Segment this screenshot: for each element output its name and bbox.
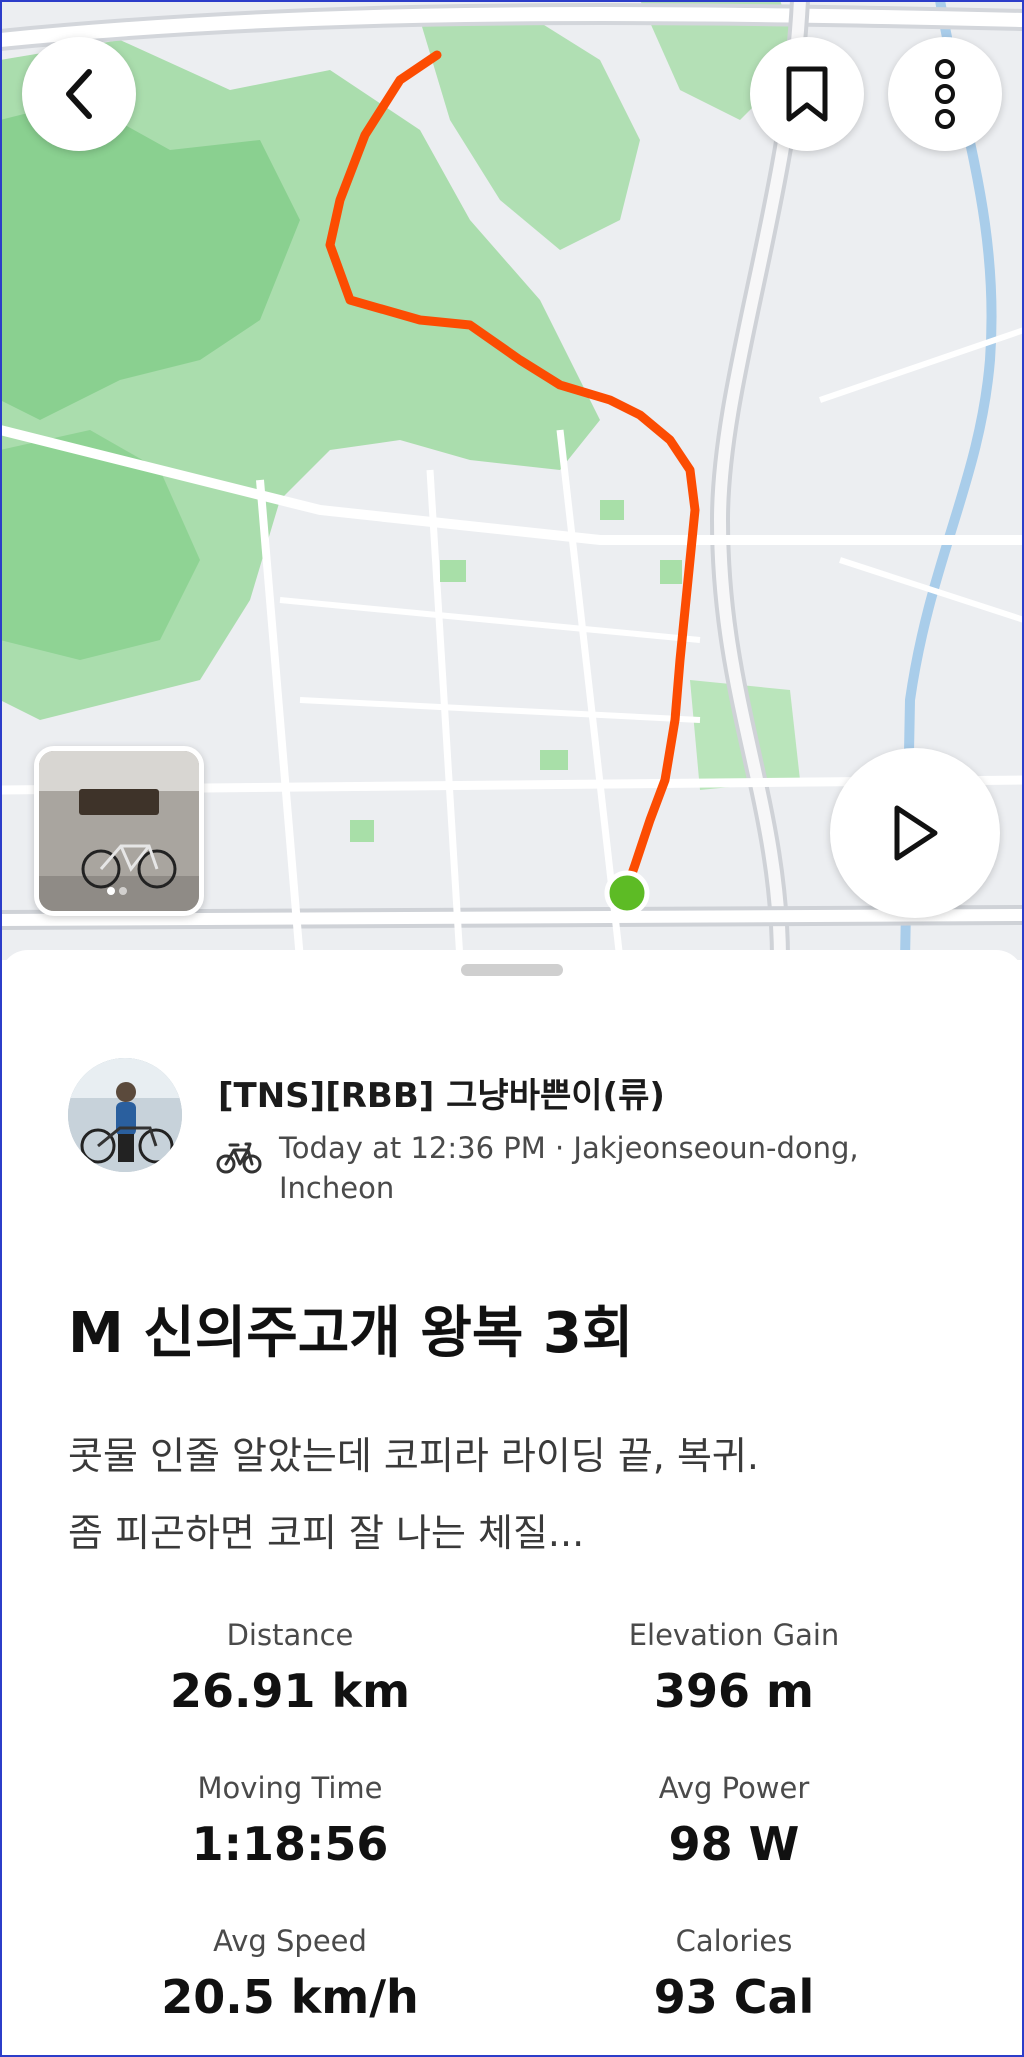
stat-value: 20.5 km/h bbox=[161, 1970, 419, 2024]
stat-label: Moving Time bbox=[197, 1771, 383, 1805]
stat-elevation-gain: Elevation Gain 396 m bbox=[514, 1615, 954, 1721]
stat-value: 26.91 km bbox=[169, 1664, 411, 1718]
activity-title: M 신의주고개 왕복 3회 bbox=[68, 1301, 634, 1366]
stat-label: Avg Speed bbox=[213, 1924, 367, 1958]
stat-value: 98 W bbox=[668, 1817, 800, 1871]
stat-value: 93 Cal bbox=[653, 1970, 815, 2024]
route-map[interactable] bbox=[0, 0, 1024, 960]
chevron-left-icon bbox=[66, 69, 92, 119]
play-flyover-button[interactable] bbox=[830, 748, 1000, 918]
activity-photo bbox=[39, 751, 199, 911]
activity-detail-sheet: [TNS][RBB] 그냥바쁜이(류) Today at 12:36 PM · … bbox=[0, 950, 1024, 2057]
bookmark-icon bbox=[786, 66, 828, 122]
stat-distance: Distance 26.91 km bbox=[70, 1615, 510, 1721]
description-line: 좀 피곤하면 코피 잘 나는 체질... bbox=[68, 1511, 585, 1555]
more-options-button[interactable] bbox=[888, 37, 1002, 151]
stat-moving-time: Moving Time 1:18:56 bbox=[70, 1768, 510, 1874]
bicycle-icon bbox=[216, 1142, 262, 1174]
activity-photo-thumbnail[interactable] bbox=[34, 746, 204, 916]
stat-label: Elevation Gain bbox=[628, 1618, 840, 1652]
sheet-drag-handle[interactable] bbox=[461, 964, 563, 976]
stat-calories: Calories 93 Cal bbox=[514, 1921, 954, 2027]
stat-avg-power: Avg Power 98 W bbox=[514, 1768, 954, 1874]
stat-value: 1:18:56 bbox=[191, 1817, 389, 1871]
activity-description: 콧물 인줄 알았는데 코피라 라이딩 끝, 복귀. 좀 피곤하면 코피 잘 나는… bbox=[68, 1418, 968, 1572]
more-vertical-icon bbox=[935, 59, 955, 129]
athlete-name[interactable]: [TNS][RBB] 그냥바쁜이(류) bbox=[218, 1068, 665, 1117]
play-icon bbox=[894, 805, 938, 861]
description-line: 콧물 인줄 알았는데 코피라 라이딩 끝, 복귀. bbox=[68, 1434, 759, 1478]
bookmark-button[interactable] bbox=[750, 37, 864, 151]
stat-value: 396 m bbox=[654, 1664, 814, 1718]
avatar-image bbox=[68, 1058, 182, 1172]
stat-avg-speed: Avg Speed 20.5 km/h bbox=[70, 1921, 510, 2027]
athlete-avatar[interactable] bbox=[68, 1058, 182, 1172]
stat-label: Distance bbox=[226, 1618, 354, 1652]
back-button[interactable] bbox=[22, 37, 136, 151]
stat-label: Avg Power bbox=[658, 1771, 810, 1805]
activity-meta: Today at 12:36 PM · Jakjeonseoun-dong, I… bbox=[279, 1131, 859, 1205]
stat-label: Calories bbox=[675, 1924, 793, 1958]
